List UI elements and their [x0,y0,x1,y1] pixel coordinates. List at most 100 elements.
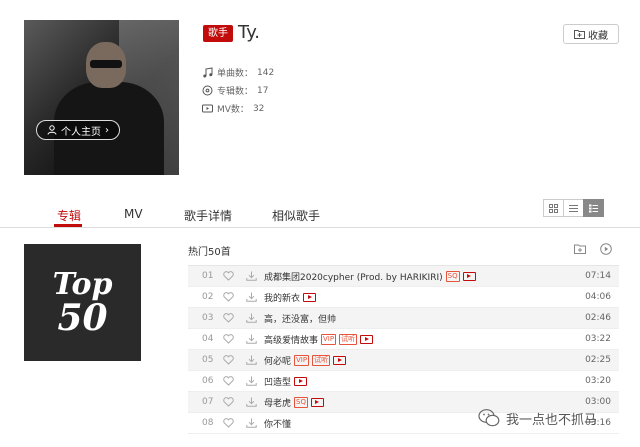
list-icon [569,204,578,212]
artist-home-button[interactable]: 个人主页 › [36,120,120,140]
mv-play-icon[interactable] [360,334,374,344]
song-row[interactable]: 05 何必呢 VIP 试听 02:25 [188,350,619,371]
download-icon [245,355,257,365]
song-title[interactable]: 成都集团2020cypher (Prod. by HARIKIRI) [264,270,443,283]
watermark: 我一点也不抓马 [478,408,597,428]
song-duration: 02:46 [585,313,611,323]
download-button[interactable] [238,418,264,428]
list-view-button[interactable] [563,199,584,217]
song-row[interactable]: 03 高，还没富，但帅 02:46 [188,308,619,329]
view-toggle [543,199,604,217]
tab-mv[interactable]: MV [124,207,143,221]
mv-play-icon[interactable] [303,292,317,302]
song-number: 01 [202,271,214,281]
song-duration: 03:20 [585,376,611,386]
song-duration: 04:06 [585,292,611,302]
mv-count-stat: MV数： 32 [202,102,264,115]
download-button[interactable] [238,397,264,407]
song-number: 02 [202,292,214,302]
folder-add-icon[interactable] [574,243,586,255]
play-all-icon[interactable] [600,243,612,255]
song-title[interactable]: 高级爱情故事 [264,333,318,346]
like-button[interactable] [218,355,238,365]
download-button[interactable] [238,334,264,344]
mv-play-icon[interactable] [294,376,308,386]
song-number: 04 [202,334,214,344]
song-tag: SQ [445,270,460,282]
mv-icon [202,104,213,113]
song-title[interactable]: 高，还没富，但帅 [264,312,336,325]
song-duration: 03:22 [585,334,611,344]
song-number: 05 [202,355,214,365]
song-duration: 02:25 [585,355,611,365]
mv-play-icon[interactable] [310,397,324,407]
download-button[interactable] [238,355,264,365]
like-button[interactable] [218,334,238,344]
tab-similar-artists[interactable]: 相似歌手 [272,207,320,224]
song-tag: 试听 [339,333,358,345]
song-title[interactable]: 母老虎 [264,396,291,409]
song-title[interactable]: 我的新衣 [264,291,300,304]
user-icon [47,125,57,135]
song-title-cell: 母老虎 SQ [264,396,579,409]
song-number: 07 [202,397,214,407]
detail-list-view-button[interactable] [583,199,604,217]
song-number: 06 [202,376,214,386]
like-button[interactable] [218,313,238,323]
song-title-cell: 高，还没富，但帅 [264,312,579,325]
tab-artist-details[interactable]: 歌手详情 [184,207,232,224]
song-tag: VIP [294,354,310,366]
cover-line-2: 50 [57,296,108,339]
active-tab-indicator [54,224,82,227]
artist-photo [24,20,179,175]
heart-icon [222,334,234,344]
album-count-stat: 专辑数： 17 [202,84,268,97]
download-button[interactable] [238,313,264,323]
download-button[interactable] [238,271,264,281]
song-row[interactable]: 02 我的新衣 04:06 [188,287,619,308]
download-button[interactable] [238,292,264,302]
top50-cover[interactable]: Top 50 [24,244,141,361]
heart-icon [222,397,234,407]
music-note-icon [203,67,213,78]
song-title-cell: 凹造型 [264,375,579,388]
song-title-cell: 我的新衣 [264,291,579,304]
like-button[interactable] [218,418,238,428]
heart-icon [222,418,234,428]
song-row[interactable]: 06 凹造型 03:20 [188,371,619,392]
song-row[interactable]: 04 高级爱情故事 VIP 试听 03:22 [188,329,619,350]
wechat-icon [478,409,500,427]
cover-line-1: Top [52,266,113,302]
collect-button[interactable]: 收藏 [563,24,619,44]
mv-play-icon[interactable] [333,355,347,365]
song-title-cell: 成都集团2020cypher (Prod. by HARIKIRI) SQ [264,270,579,283]
folder-add-icon [574,30,585,39]
song-number: 08 [202,418,214,428]
song-duration: 03:00 [585,397,611,407]
download-icon [245,271,257,281]
tab-albums[interactable]: 专辑 [57,207,81,224]
mv-play-icon[interactable] [462,271,476,281]
download-icon [245,376,257,386]
like-button[interactable] [218,292,238,302]
song-title[interactable]: 凹造型 [264,375,291,388]
hot-songs-actions [574,243,612,255]
song-number: 03 [202,313,214,323]
heart-icon [222,292,234,302]
download-icon [245,418,257,428]
song-title-cell: 高级爱情故事 VIP 试听 [264,333,579,346]
download-icon [245,292,257,302]
like-button[interactable] [218,271,238,281]
detail-list-icon [589,204,598,212]
like-button[interactable] [218,397,238,407]
singer-badge: 歌手 [203,25,233,42]
song-tag: SQ [294,396,308,408]
grid-view-button[interactable] [543,199,564,217]
song-tag: VIP [321,333,337,345]
song-row[interactable]: 01 成都集团2020cypher (Prod. by HARIKIRI) SQ 07… [188,266,619,287]
song-title[interactable]: 你不懂 [264,417,291,430]
like-button[interactable] [218,376,238,386]
artist-name: Ty. [238,22,260,43]
download-button[interactable] [238,376,264,386]
song-title[interactable]: 何必呢 [264,354,291,367]
